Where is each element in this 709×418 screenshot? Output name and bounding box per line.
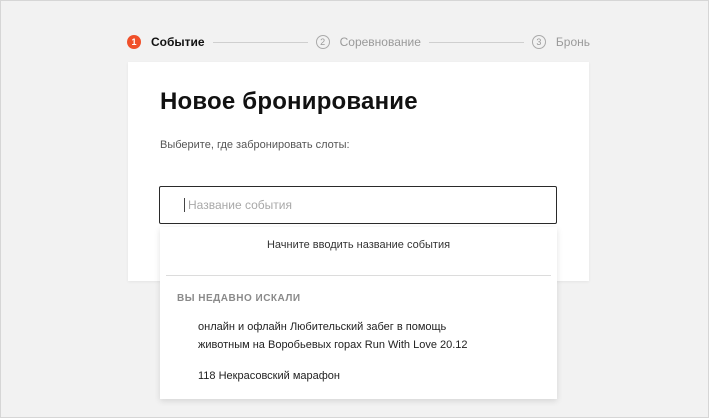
step-competition[interactable]: 2 Соревнование <box>315 35 421 49</box>
step-connector <box>428 41 524 43</box>
step-number: 1 <box>127 35 141 49</box>
page-title: Новое бронирование <box>160 88 418 115</box>
stepper: 1 Событие 2 Соревнование 3 Бронь <box>127 32 590 52</box>
recent-search-item[interactable]: онлайн и офлайн Любительский забег в пом… <box>198 318 498 354</box>
step-label: Соревнование <box>339 35 421 49</box>
recent-search-item[interactable]: 118 Некрасовский марафон <box>198 367 340 385</box>
page-subtitle: Выберите, где забронировать слоты: <box>160 139 350 151</box>
dropdown-hint: Начните вводить название события <box>266 239 451 251</box>
event-search-box[interactable] <box>159 186 557 224</box>
event-search-input[interactable] <box>184 198 548 212</box>
step-number: 3 <box>531 35 546 49</box>
step-number: 2 <box>315 35 330 49</box>
step-booking[interactable]: 3 Бронь <box>531 35 591 49</box>
recent-searches-heading: ВЫ НЕДАВНО ИСКАЛИ <box>177 293 301 304</box>
step-label: Событие <box>151 35 205 49</box>
search-dropdown: Начните вводить название события ВЫ НЕДА… <box>160 227 557 399</box>
step-connector <box>212 41 308 43</box>
step-event[interactable]: 1 Событие <box>127 35 205 49</box>
step-label: Бронь <box>555 35 591 49</box>
dropdown-divider <box>166 275 551 276</box>
